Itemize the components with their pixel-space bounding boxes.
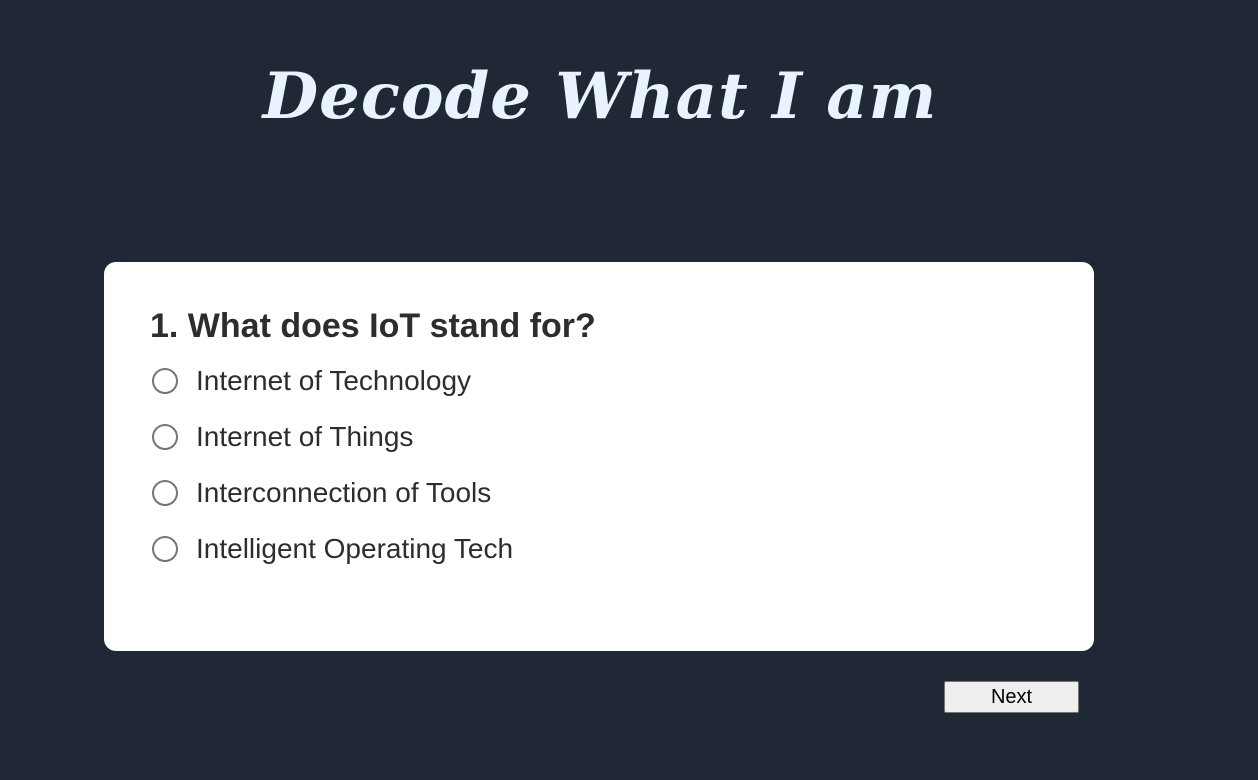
next-button[interactable]: Next: [944, 681, 1079, 713]
answer-option-1[interactable]: Internet of Technology: [150, 353, 1048, 409]
answer-option-label: Internet of Technology: [196, 365, 472, 396]
answer-option-3[interactable]: Interconnection of Tools: [150, 465, 1048, 521]
answer-option-4[interactable]: Intelligent Operating Tech: [150, 521, 1048, 577]
radio-button-1[interactable]: [152, 368, 178, 394]
page-title: Decode What I am: [262, 59, 938, 134]
question-text: 1. What does IoT stand for?: [150, 307, 596, 345]
radio-button-3[interactable]: [152, 480, 178, 506]
answer-option-label: Intelligent Operating Tech: [196, 533, 514, 564]
radio-button-2[interactable]: [152, 424, 178, 450]
radio-button-4[interactable]: [152, 536, 178, 562]
answer-option-label: Interconnection of Tools: [196, 477, 492, 508]
answer-options: Internet of Technology Internet of Thing…: [150, 353, 1048, 577]
question-card: 1. What does IoT stand for? Internet of …: [104, 262, 1094, 651]
answer-option-label: Internet of Things: [196, 421, 414, 452]
answer-option-2[interactable]: Internet of Things: [150, 409, 1048, 465]
